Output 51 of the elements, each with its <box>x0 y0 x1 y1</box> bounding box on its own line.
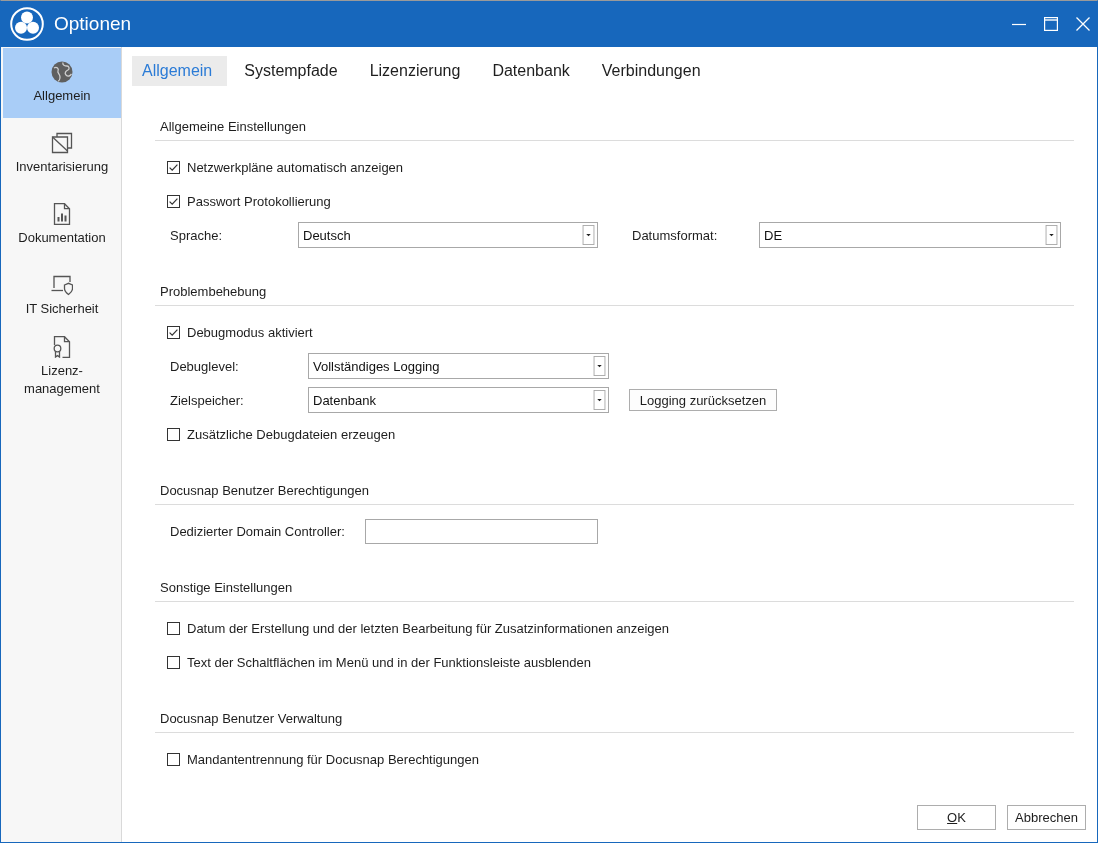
checkbox-label[interactable]: Zusätzliche Debugdateien erzeugen <box>187 426 396 442</box>
tab[interactable]: Datenbank <box>482 56 585 86</box>
field-label: Zielspeicher: <box>170 392 245 408</box>
checkbox-label[interactable]: Debugmodus aktiviert <box>187 324 313 340</box>
section-header: Problembehebung <box>155 283 1074 306</box>
tab[interactable]: Allgemein <box>132 56 228 86</box>
stacked-pages-icon <box>51 132 73 154</box>
section-header: Allgemeine Einstellungen <box>155 118 1074 141</box>
checkbox[interactable] <box>167 160 180 174</box>
tab[interactable]: Lizenzierung <box>359 56 476 86</box>
close-icon[interactable] <box>1076 17 1090 31</box>
section-header: Docusnap Benutzer Verwaltung <box>155 710 1074 733</box>
chart-document-icon <box>51 203 73 225</box>
sidebar-item[interactable]: Dokumentation <box>3 190 121 260</box>
sidebar-item[interactable]: Lizenz- management <box>3 332 121 402</box>
checkbox[interactable] <box>167 621 180 635</box>
section-header: Docusnap Benutzer Berechtigungen <box>155 482 1074 505</box>
checkbox[interactable] <box>167 194 180 208</box>
checkbox-label[interactable]: Datum der Erstellung und der letzten Bearbeitung für Zusatzinformationen anzeigen <box>187 620 669 636</box>
tab[interactable]: Systempfade <box>234 56 353 86</box>
field-label: Debuglevel: <box>170 358 240 374</box>
monitor-shield-icon <box>51 274 73 296</box>
dropdown[interactable]: Deutsch <box>298 222 598 248</box>
checkbox[interactable] <box>167 427 180 441</box>
certificate-icon <box>51 336 73 358</box>
globe-icon <box>51 61 73 83</box>
dropdown[interactable]: DE <box>759 222 1061 248</box>
section-header: Sonstige Einstellungen <box>155 579 1074 602</box>
dropdown[interactable]: Vollständiges Logging <box>308 353 609 379</box>
text-field[interactable] <box>364 518 598 544</box>
checkbox[interactable] <box>167 325 180 339</box>
tab[interactable]: Verbindungen <box>591 56 716 86</box>
logo-icon <box>10 7 44 41</box>
sidebar-item[interactable]: Inventarisierung <box>3 119 121 189</box>
checkbox[interactable] <box>167 752 180 766</box>
checkbox-label[interactable]: Netzwerkpläne automatisch anzeigen <box>187 159 404 175</box>
sidebar-item[interactable]: IT Sicherheit <box>3 261 121 331</box>
checkbox[interactable] <box>167 655 180 669</box>
checkbox-label[interactable]: Passwort Protokollierung <box>187 193 331 209</box>
reset-button[interactable]: Logging zurücksetzen <box>629 389 777 411</box>
sidebar-item[interactable]: Allgemein <box>3 48 121 118</box>
field-label: Dedizierter Domain Controller: <box>170 523 345 539</box>
window-title: Optionen <box>54 13 132 35</box>
checkbox-label[interactable]: Mandantentrennung für Docusnap Berechtigungen <box>187 751 479 767</box>
field-label: Datumsformat: <box>632 227 719 243</box>
dialog-button[interactable]: OK <box>917 805 996 830</box>
dialog-button[interactable]: Abbrechen <box>1007 805 1086 830</box>
checkbox-label[interactable]: Text der Schaltflächen im Menü und in der Funktionsleiste ausblenden <box>187 654 591 670</box>
field-label: Sprache: <box>170 227 224 243</box>
dropdown[interactable]: Datenbank <box>308 387 609 413</box>
maximize-icon[interactable] <box>1044 17 1058 31</box>
